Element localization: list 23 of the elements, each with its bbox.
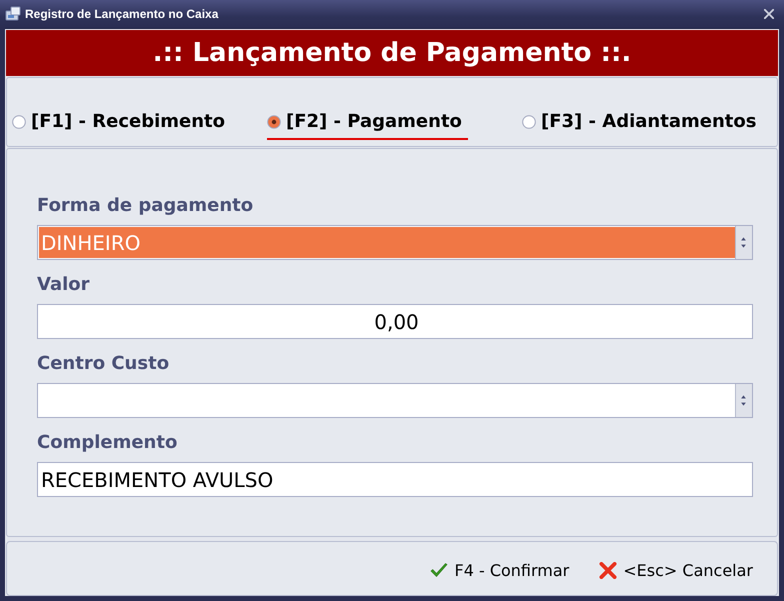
check-icon <box>430 562 448 579</box>
field-label: Complemento <box>37 432 178 454</box>
window-title: Registro de Lançamento no Caixa <box>25 7 220 21</box>
radio-option[interactable]: [F3] - Adiantamentos <box>522 111 762 140</box>
number-field[interactable]: 0,00 <box>37 304 753 339</box>
text-field[interactable]: RECEBIMENTO AVULSO <box>37 462 753 497</box>
spinner-icon[interactable] <box>735 384 752 417</box>
header-title: .:: Lançamento de Pagamento ::. <box>6 30 778 76</box>
radio-icon[interactable] <box>522 114 536 128</box>
cancel-button[interactable]: <Esc> Cancelar <box>599 561 753 580</box>
radio-option[interactable]: [F1] - Recebimento <box>12 111 232 140</box>
field-label: Valor <box>37 274 90 296</box>
field-label: Forma de pagamento <box>37 195 254 217</box>
confirm-button[interactable]: F4 - Confirmar <box>430 561 570 580</box>
spinner-icon[interactable] <box>735 226 752 259</box>
radio-icon[interactable] <box>12 114 26 128</box>
cross-icon <box>599 562 618 579</box>
field-label: Centro Custo <box>37 353 170 375</box>
app-icon <box>5 6 21 22</box>
close-icon[interactable] <box>764 9 774 19</box>
radio-icon[interactable] <box>267 114 281 128</box>
radio-option[interactable]: [F2] - Pagamento <box>267 111 468 140</box>
dropdown-field[interactable] <box>37 383 753 418</box>
